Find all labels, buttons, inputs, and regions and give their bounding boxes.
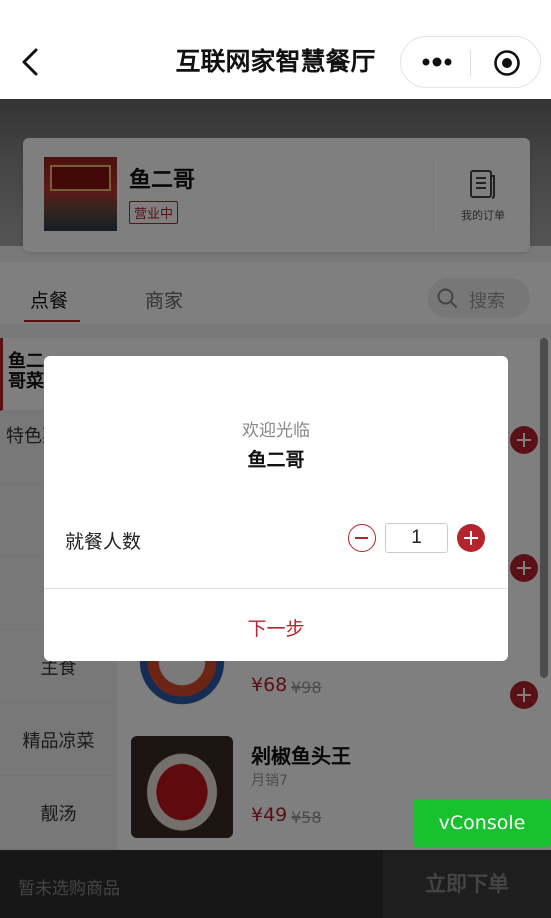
dialog-shop-name: 鱼二哥 (247, 449, 305, 471)
dialog-divider (44, 588, 508, 589)
more-icon[interactable] (421, 51, 453, 73)
next-step-button[interactable]: 下一步 (44, 614, 508, 641)
party-size-label: 就餐人数 (65, 531, 142, 553)
vconsole-button[interactable]: vConsole (413, 799, 551, 847)
decrease-party-button[interactable] (348, 524, 376, 552)
mini-program-capsule (400, 36, 541, 88)
welcome-dialog: 欢迎光临 鱼二哥 就餐人数 1 下一步 (44, 356, 508, 661)
increase-party-button[interactable] (457, 524, 485, 552)
top-nav: 互联网家智慧餐厅 (0, 0, 551, 99)
welcome-text: 欢迎光临 (242, 421, 310, 441)
close-mini-program-icon[interactable] (493, 49, 521, 77)
party-size-input[interactable]: 1 (385, 523, 448, 553)
capsule-divider (470, 50, 471, 76)
